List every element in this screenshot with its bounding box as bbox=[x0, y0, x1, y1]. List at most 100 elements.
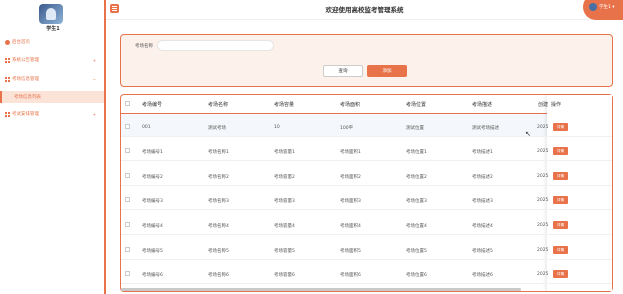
table-cell: 考场位置2 bbox=[406, 175, 427, 180]
sidebar-item-label: 考试安排管理 bbox=[12, 112, 39, 117]
sidebar-subitem-label: 考场信息列表 bbox=[14, 95, 41, 100]
row-checkbox[interactable] bbox=[125, 124, 130, 129]
table-cell: 考场编号1 bbox=[142, 150, 163, 155]
table-cell: 考场描述5 bbox=[472, 249, 493, 254]
table-cell: 2025 bbox=[537, 248, 549, 253]
table-cell: 考场描述2 bbox=[472, 175, 493, 180]
table-cell: 考场名称3 bbox=[208, 199, 229, 204]
sidebar-item-label: 系统公告管理 bbox=[12, 58, 39, 63]
table-cell: 2025 bbox=[537, 198, 549, 203]
table-cell: 考场编号6 bbox=[142, 273, 163, 278]
sidebar-item-exam-schedule[interactable]: 考试安排管理 + bbox=[0, 108, 104, 120]
row-divider bbox=[121, 160, 612, 161]
table-cell: 考场面积1 bbox=[340, 150, 361, 155]
row-divider bbox=[121, 136, 612, 137]
grid-icon bbox=[5, 57, 10, 63]
table-cell: 考场容量3 bbox=[274, 199, 295, 204]
user-menu-label: 学生1 ▾ bbox=[599, 5, 615, 10]
table-cell: 考场面积5 bbox=[340, 249, 361, 254]
search-label: 考场名称 bbox=[135, 44, 153, 49]
table-cell: 考场容量6 bbox=[274, 273, 295, 278]
column-header: 操作 bbox=[551, 102, 562, 108]
table-cell: 考场描述6 bbox=[472, 273, 493, 278]
detail-button[interactable]: 详情 bbox=[553, 172, 568, 180]
avatar bbox=[39, 4, 63, 24]
row-checkbox[interactable] bbox=[125, 247, 130, 252]
search-input[interactable] bbox=[157, 40, 274, 51]
row-checkbox[interactable] bbox=[125, 173, 130, 178]
column-header: 考场容量 bbox=[274, 102, 295, 108]
table-cell: 考场名称2 bbox=[208, 175, 229, 180]
table-cell: 考场面积3 bbox=[340, 199, 361, 204]
table-cell: 2025 bbox=[537, 272, 549, 277]
detail-button[interactable]: 详情 bbox=[553, 147, 568, 155]
table-cell: 考场名称4 bbox=[208, 224, 229, 229]
column-header: 考场位置 bbox=[406, 102, 427, 108]
sidebar-item-label: 考场信息管理 bbox=[12, 77, 39, 82]
column-header: 考场描述 bbox=[472, 102, 493, 108]
table-cell: 考场编号4 bbox=[142, 224, 163, 229]
expand-icon: + bbox=[92, 111, 96, 117]
table-cell: 考场描述1 bbox=[472, 150, 493, 155]
sidebar-item-announcements[interactable]: 系统公告管理 + bbox=[0, 54, 104, 66]
table-cell: 2025 bbox=[537, 125, 549, 130]
row-divider bbox=[121, 259, 612, 260]
user-menu[interactable]: 学生1 ▾ bbox=[583, 0, 623, 20]
table-cell: 测试考场 bbox=[208, 126, 226, 131]
row-divider bbox=[121, 209, 612, 210]
expand-icon: + bbox=[92, 57, 96, 63]
table-cell: 考场位置5 bbox=[406, 249, 427, 254]
column-header: 考场名称 bbox=[208, 102, 229, 108]
table-cell: 考场容量1 bbox=[274, 150, 295, 155]
horizontal-scrollbar[interactable] bbox=[121, 288, 521, 291]
user-avatar-icon bbox=[589, 3, 597, 11]
select-all-checkbox[interactable] bbox=[125, 101, 130, 106]
detail-button[interactable]: 详情 bbox=[553, 221, 568, 229]
detail-button[interactable]: 详情 bbox=[553, 196, 568, 204]
table-cell: 考场名称6 bbox=[208, 273, 229, 278]
page-title: 欢迎使用高校监考管理系统 bbox=[325, 6, 404, 14]
table-cell: 001 bbox=[142, 125, 151, 130]
detail-button[interactable]: 详情 bbox=[553, 123, 568, 131]
table-header-divider bbox=[121, 113, 612, 114]
collapse-icon: − bbox=[92, 76, 96, 82]
row-divider bbox=[121, 234, 612, 235]
row-checkbox[interactable] bbox=[125, 148, 130, 153]
sidebar-item-home[interactable]: 后台首页 bbox=[0, 36, 104, 48]
table-cell: 测试位置 bbox=[406, 126, 424, 131]
table-cell: 考场名称1 bbox=[208, 150, 229, 155]
table-cell: 考场位置1 bbox=[406, 150, 427, 155]
table-cell: 100平 bbox=[340, 126, 354, 131]
row-divider bbox=[121, 185, 612, 186]
column-header: 考场面积 bbox=[340, 102, 361, 108]
table-cell: 考场面积2 bbox=[340, 175, 361, 180]
home-icon bbox=[5, 39, 10, 45]
column-header: 考场编号 bbox=[142, 102, 163, 108]
row-divider bbox=[121, 283, 612, 284]
sidebar-item-exam-rooms[interactable]: 考场信息管理 − bbox=[0, 73, 104, 85]
sidebar-subitem-exam-room-list[interactable]: 考场信息列表 bbox=[0, 91, 104, 103]
table-cell: 考场面积6 bbox=[340, 273, 361, 278]
grid-icon bbox=[5, 111, 10, 117]
detail-button[interactable]: 详情 bbox=[553, 270, 568, 278]
query-button[interactable]: 查询 bbox=[323, 65, 363, 77]
table-cell: 考场名称5 bbox=[208, 249, 229, 254]
table-cell: 2025 bbox=[537, 149, 549, 154]
table-cell: 考场位置6 bbox=[406, 273, 427, 278]
row-checkbox[interactable] bbox=[125, 197, 130, 202]
table-cell: 考场位置3 bbox=[406, 199, 427, 204]
table-cell: 考场容量4 bbox=[274, 224, 295, 229]
sidebar-user-name: 学生1 bbox=[46, 26, 60, 32]
table-cell: 考场编号2 bbox=[142, 175, 163, 180]
sidebar-item-label: 后台首页 bbox=[12, 40, 30, 45]
mouse-cursor-icon: ↖ bbox=[525, 130, 531, 138]
add-button[interactable]: 添加 bbox=[367, 65, 407, 77]
column-header: 创建 bbox=[538, 102, 549, 108]
row-checkbox[interactable] bbox=[125, 222, 130, 227]
table-cell: 考场描述3 bbox=[472, 199, 493, 204]
table-cell: 2025 bbox=[537, 174, 549, 179]
table-cell: 考场容量5 bbox=[274, 249, 295, 254]
table-cell: 考场编号3 bbox=[142, 199, 163, 204]
row-checkbox[interactable] bbox=[125, 271, 130, 276]
detail-button[interactable]: 详情 bbox=[553, 246, 568, 254]
